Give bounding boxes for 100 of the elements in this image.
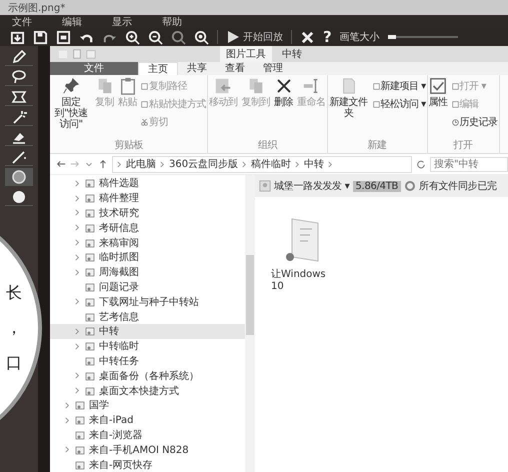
tree-item[interactable]: 来自-iPad: [50, 412, 245, 428]
cloud-folder-icon: [85, 238, 95, 248]
tree-item[interactable]: 中转: [50, 324, 245, 339]
tree-item[interactable]: 中转临时: [50, 338, 245, 354]
breadcrumb[interactable]: 360云盘同步版: [169, 157, 238, 171]
filled-circle-icon: [11, 188, 27, 204]
cloud-folder-icon: [75, 415, 85, 426]
tree-item[interactable]: 桌面备份（各种系统）: [50, 368, 245, 384]
tree-item[interactable]: 中转任务: [50, 354, 245, 368]
tool-button[interactable]: [5, 88, 33, 106]
tree-item[interactable]: 桌面文本快捷方式: [50, 383, 245, 398]
ribbon-button[interactable]: 历史记录: [452, 115, 498, 129]
breadcrumb[interactable]: 中转: [304, 157, 324, 171]
zoom-icon[interactable]: [194, 30, 209, 44]
callout-text: 口: [6, 352, 22, 374]
ribbon-button[interactable]: 新建项目 ▾: [372, 79, 426, 93]
breadcrumb[interactable]: 稿件临时: [251, 157, 292, 171]
ribbon-tab[interactable]: 管理: [254, 62, 292, 75]
account-menu[interactable]: 城堡一路发发发 ▾: [274, 179, 350, 193]
callout-text: ，: [6, 318, 22, 338]
tool-button[interactable]: [5, 68, 33, 86]
window-icon[interactable]: [56, 30, 71, 44]
ribbon-button[interactable]: 轻松访问 ▾: [372, 97, 426, 111]
ribbon-tab[interactable]: 共享: [178, 62, 216, 75]
cloud-folder-icon: [85, 312, 95, 322]
cloud-folder-icon: [85, 296, 95, 307]
cloud-folder-icon: [85, 386, 95, 396]
tree-item[interactable]: 艺考信息: [50, 309, 245, 324]
zoom-fit-icon[interactable]: [171, 30, 186, 44]
tool-button[interactable]: [5, 168, 33, 186]
tree-item[interactable]: 稿件整理: [50, 190, 245, 206]
tree-item[interactable]: 考研信息: [50, 220, 245, 236]
window-title: 示例图.png*: [8, 2, 66, 14]
address-bar[interactable]: 此电脑 360云盘同步版 稿件临时 中转: [112, 156, 412, 172]
refresh-icon[interactable]: [416, 159, 426, 169]
menu-item[interactable]: 显示: [112, 14, 132, 28]
up-arrow-icon[interactable]: [98, 159, 108, 169]
ribbon-tab[interactable]: 文件: [50, 62, 138, 75]
tree-item[interactable]: 问题记录: [50, 280, 245, 294]
zoom-out-icon[interactable]: [148, 30, 163, 44]
play-button[interactable]: 开始回放: [226, 30, 283, 44]
cloud-folder-icon: [75, 460, 85, 470]
close-icon[interactable]: [300, 30, 315, 44]
breadcrumb[interactable]: 此电脑: [126, 157, 156, 171]
zoom-in-icon[interactable]: [125, 30, 140, 44]
cloud-folder-icon: [85, 370, 95, 381]
cloud-folder-icon: [85, 178, 95, 188]
copy-icon: [246, 77, 265, 95]
ribbon-tab[interactable]: 查看: [216, 62, 254, 75]
sync-status: 所有文件同步已完: [419, 180, 497, 193]
tree-item[interactable]: 技术研究: [50, 206, 245, 220]
file-item[interactable]: 让Windows 10: [271, 217, 341, 292]
tree-item[interactable]: 周海截图: [50, 264, 245, 280]
tree-item[interactable]: 来稿审阅: [50, 235, 245, 250]
brush-size-label: 画笔大小: [340, 30, 380, 44]
window-title: 中转: [282, 48, 302, 61]
menu-item[interactable]: 帮助: [162, 14, 182, 28]
help-button[interactable]: ?: [323, 28, 332, 46]
search-field[interactable]: 搜索"中转: [430, 156, 508, 172]
scrollbar[interactable]: [245, 175, 255, 472]
lasso-icon: [11, 68, 27, 84]
tool-button[interactable]: [5, 48, 33, 66]
menu-item[interactable]: 编辑: [62, 14, 82, 28]
pencil-icon: [11, 48, 27, 64]
chevron-icon: [160, 160, 165, 168]
tool-button[interactable]: [5, 188, 33, 206]
ribbon-button[interactable]: 新建文件夹: [328, 77, 368, 138]
tree-item[interactable]: 下载网址与种子中转站: [50, 294, 245, 310]
play-icon: [226, 31, 240, 43]
chevron-icon: [295, 160, 300, 168]
ribbon-tab[interactable]: 主页: [138, 62, 178, 75]
ribbon-button[interactable]: 固定到"快速访问": [51, 77, 91, 138]
tree-item[interactable]: 来自-浏览器: [50, 428, 245, 442]
cloud-folder-icon: [85, 356, 95, 366]
tree-item[interactable]: 国学: [50, 398, 245, 413]
back-arrow-icon[interactable]: [56, 159, 66, 169]
storage-quota: 5.86/4TB: [352, 180, 402, 192]
tool-button[interactable]: [5, 108, 33, 126]
group-label: 打开: [452, 138, 474, 152]
tree-item[interactable]: 临时抓图: [50, 250, 245, 265]
delete-icon: [274, 77, 292, 95]
contextual-tab[interactable]: 图片工具: [220, 46, 272, 62]
save-icon[interactable]: [33, 30, 48, 44]
history-icon: [452, 118, 459, 126]
chevron-icon: [328, 160, 334, 168]
line-icon: [11, 148, 27, 164]
clipboard-icon: [118, 77, 136, 95]
magic-wand-icon: [11, 108, 27, 124]
cloud-folder-icon: [75, 444, 85, 455]
chevron-icon: [117, 160, 122, 168]
ribbon-button[interactable]: 删除: [274, 77, 293, 138]
cloud-folder-icon: [85, 326, 95, 336]
callout-text: 长: [6, 282, 22, 304]
menu-item[interactable]: 文件: [12, 14, 32, 28]
tree-item[interactable]: 来自-网页快存: [50, 457, 245, 472]
cloud-folder-icon: [85, 222, 95, 233]
cloud-folder-icon: [85, 208, 95, 218]
tree-item[interactable]: 稿件选题: [50, 176, 245, 191]
ribbon-button[interactable]: 属性: [428, 77, 448, 138]
tree-item[interactable]: 来自-手机AMOI N828: [50, 442, 245, 458]
